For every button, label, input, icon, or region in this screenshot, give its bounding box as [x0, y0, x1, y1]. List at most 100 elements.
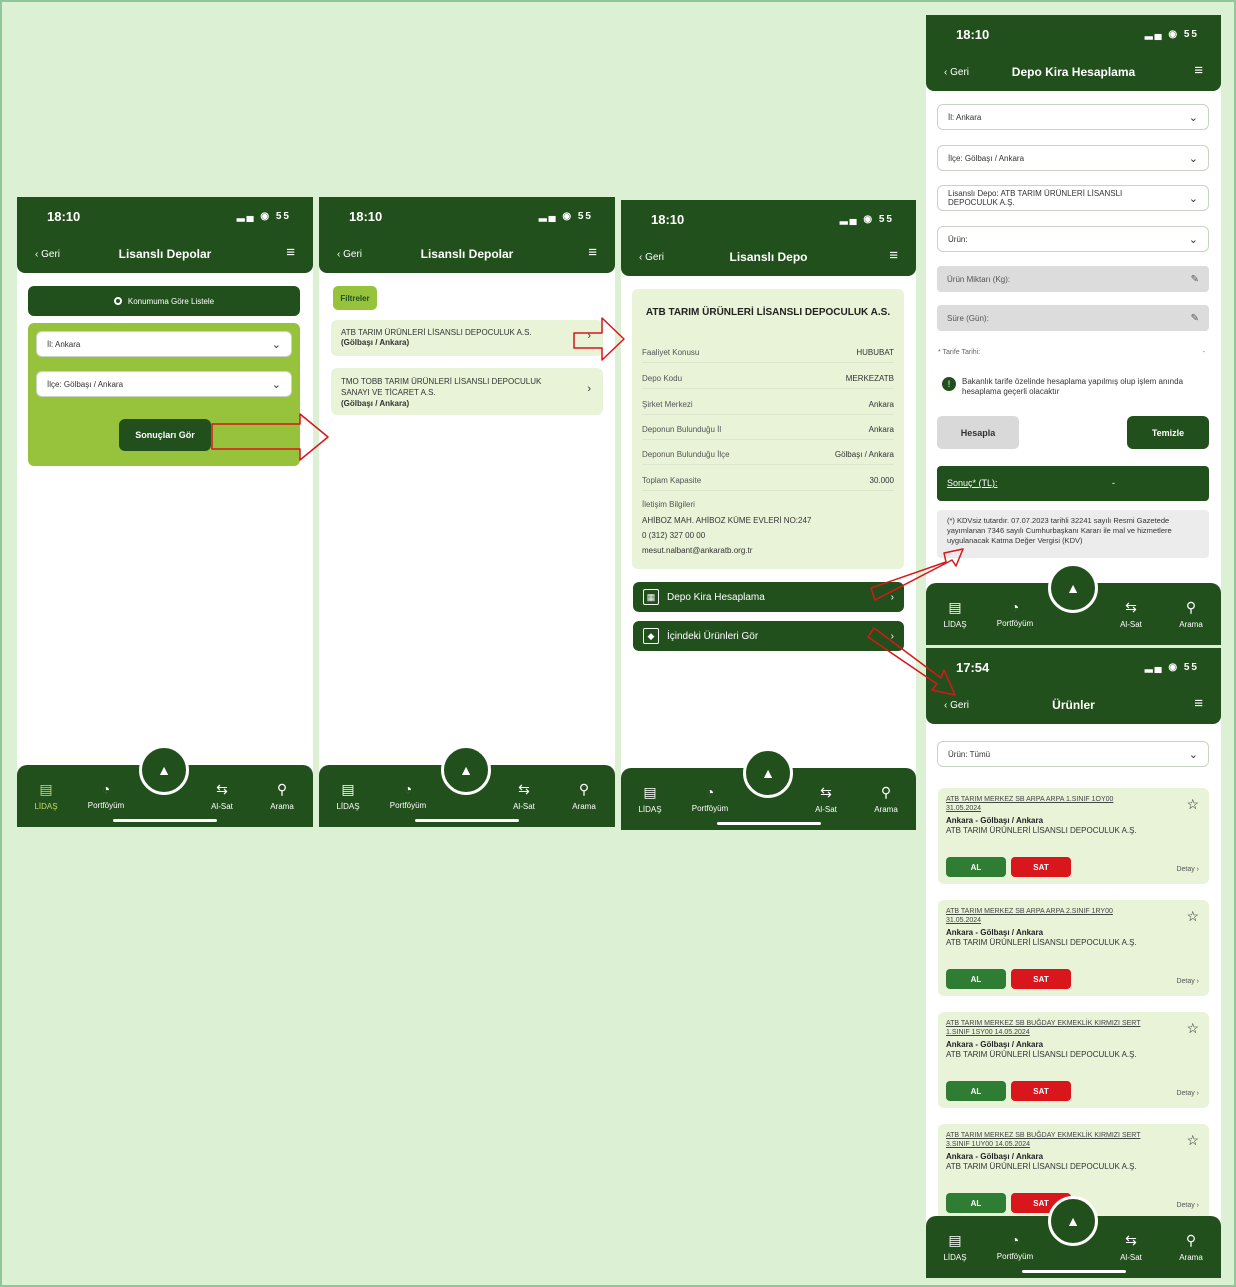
- bar-chart-icon: ▤: [643, 784, 657, 800]
- nav-portfoy[interactable]: ◔ Portföyüm: [383, 781, 433, 810]
- status-icons: ▂▄ ◉ 55: [236, 211, 291, 222]
- nav-portfoy[interactable]: ◔ Portföyüm: [685, 784, 735, 813]
- nav-lidas[interactable]: ▤ LİDAŞ: [930, 599, 980, 629]
- depo-select[interactable]: Lisanslı Depo: ATB TARIM ÜRÜNLERİ LİSANS…: [937, 185, 1209, 211]
- il-select[interactable]: İl: Ankara ⌄: [937, 104, 1209, 130]
- product-code[interactable]: ATB TARIM MERKEZ SB ARPA ARPA 1.SINIF 1O…: [946, 795, 1146, 813]
- product-code[interactable]: ATB TARIM MERKEZ SB BUĞDAY EKMEKLİK KIRM…: [946, 1131, 1146, 1149]
- nav-lidas[interactable]: ▤ LİDAŞ: [625, 784, 675, 814]
- buy-button[interactable]: AL: [946, 1081, 1006, 1101]
- nav-alsat[interactable]: ⇆ Al-Sat: [499, 781, 549, 811]
- location-list-button[interactable]: Konumuma Göre Listele: [28, 286, 300, 316]
- il-select[interactable]: İl: Ankara ⌄: [36, 331, 292, 357]
- miktar-input[interactable]: Ürün Miktarı (Kg): ✎: [937, 266, 1209, 292]
- nav-alsat[interactable]: ⇆ Al-Sat: [1106, 599, 1156, 629]
- star-icon[interactable]: ☆: [1186, 1020, 1199, 1037]
- product-code[interactable]: ATB TARIM MERKEZ SB BUĞDAY EKMEKLİK KIRM…: [946, 1019, 1146, 1037]
- ilce-select[interactable]: İlçe: Gölbaşı / Ankara ⌄: [36, 371, 292, 397]
- il-select-value: İl: Ankara: [47, 339, 81, 349]
- urun-filter-value: Ürün: Tümü: [948, 749, 991, 759]
- detail-link[interactable]: Detay ›: [1176, 1090, 1199, 1097]
- hesapla-button[interactable]: Hesapla: [937, 416, 1019, 449]
- nav-alsat-label: Al-Sat: [211, 802, 233, 811]
- sell-button[interactable]: SAT: [1011, 857, 1071, 877]
- results-button[interactable]: Sonuçları Gör: [119, 419, 211, 451]
- bar-chart-icon: ▤: [948, 599, 962, 615]
- logo-icon[interactable]: ▲: [743, 748, 793, 798]
- detail-row: Depo Kodu MERKEZATB: [642, 374, 894, 389]
- product-code[interactable]: ATB TARIM MERKEZ SB ARPA ARPA 2.SINIF 1R…: [946, 907, 1146, 925]
- star-icon[interactable]: ☆: [1186, 796, 1199, 813]
- urun-select-value: Ürün:: [948, 234, 968, 244]
- sure-input[interactable]: Süre (Gün): ✎: [937, 305, 1209, 331]
- chevron-right-icon: ›: [587, 383, 591, 395]
- depot-list-item[interactable]: TMO TOBB TARIM ÜRÜNLERİ LİSANSLI DEPOCUL…: [331, 368, 603, 415]
- pie-chart-icon: ◔: [705, 784, 715, 800]
- nav-lidas[interactable]: ▤ LİDAŞ: [323, 781, 373, 811]
- depo-kira-label: Depo Kira Hesaplama: [667, 591, 765, 603]
- buy-button[interactable]: AL: [946, 969, 1006, 989]
- product-company: ATB TARIM ÜRÜNLERİ LİSANSLI DEPOCULUK A.…: [946, 1162, 1137, 1171]
- temizle-button[interactable]: Temizle: [1127, 416, 1209, 449]
- contact-email[interactable]: mesut.nalbant@ankaratb.org.tr: [642, 546, 752, 555]
- nav-arama[interactable]: ⚲ Arama: [861, 784, 911, 814]
- chevron-down-icon: ⌄: [1188, 192, 1198, 205]
- contact-phone[interactable]: 0 (312) 327 00 00: [642, 531, 705, 540]
- logo-icon[interactable]: ▲: [1048, 563, 1098, 613]
- depot-list-item[interactable]: ATB TARIM ÜRÜNLERİ LİSANSLI DEPOCULUK A.…: [331, 320, 603, 356]
- urun-filter-select[interactable]: Ürün: Tümü ⌄: [937, 741, 1209, 767]
- detail-link[interactable]: Detay ›: [1176, 866, 1199, 873]
- filter-button[interactable]: Filtreler: [333, 286, 377, 310]
- home-indicator: [113, 819, 217, 822]
- ilce-select[interactable]: İlçe: Gölbaşı / Ankara ⌄: [937, 145, 1209, 171]
- home-indicator: [415, 819, 519, 822]
- nav-arama[interactable]: ⚲ Arama: [1166, 1232, 1216, 1262]
- detail-link[interactable]: Detay ›: [1176, 978, 1199, 985]
- logo-icon[interactable]: ▲: [1048, 1196, 1098, 1246]
- status-icons: ▂▄ ◉ 55: [1144, 662, 1199, 673]
- nav-arama[interactable]: ⚲ Arama: [559, 781, 609, 811]
- location-list-label: Konumuma Göre Listele: [127, 296, 215, 306]
- menu-icon[interactable]: ≡: [1194, 62, 1203, 79]
- product-card[interactable]: ATB TARIM MERKEZ SB ARPA ARPA 2.SINIF 1R…: [938, 900, 1209, 996]
- nav-lidas[interactable]: ▤ LİDAŞ: [930, 1232, 980, 1262]
- nav-arama-label: Arama: [874, 805, 898, 814]
- nav-lidas[interactable]: ▤ LİDAŞ: [21, 781, 71, 811]
- nav-arama[interactable]: ⚲ Arama: [1166, 599, 1216, 629]
- page-title: Lisanslı Depo: [729, 250, 808, 264]
- nav-portfoy[interactable]: ◔ Portföyüm: [81, 781, 131, 810]
- nav-portfoy[interactable]: ◔ Portföyüm: [990, 599, 1040, 628]
- home-indicator: [1021, 1270, 1126, 1273]
- pencil-icon: ✎: [1190, 273, 1199, 285]
- menu-icon[interactable]: ≡: [1194, 695, 1203, 712]
- home-indicator: [716, 822, 821, 825]
- menu-icon[interactable]: ≡: [588, 244, 597, 261]
- buy-button[interactable]: AL: [946, 857, 1006, 877]
- nav-alsat-label: Al-Sat: [1120, 1253, 1142, 1262]
- sonuc-value: -: [1112, 478, 1115, 488]
- product-company: ATB TARIM ÜRÜNLERİ LİSANSLI DEPOCULUK A.…: [946, 1050, 1137, 1059]
- detail-link[interactable]: Detay ›: [1176, 1202, 1199, 1209]
- nav-alsat[interactable]: ⇆ Al-Sat: [801, 784, 851, 814]
- logo-icon[interactable]: ▲: [139, 745, 189, 795]
- buy-button[interactable]: AL: [946, 1193, 1006, 1213]
- depo-kira-button[interactable]: ▦ Depo Kira Hesaplama ›: [633, 582, 904, 612]
- menu-icon[interactable]: ≡: [286, 244, 295, 261]
- nav-arama[interactable]: ⚲ Arama: [257, 781, 307, 811]
- urunleri-gor-button[interactable]: ◆ İçindeki Ürünleri Gör ›: [633, 621, 904, 651]
- menu-icon[interactable]: ≡: [889, 247, 898, 264]
- product-card[interactable]: ATB TARIM MERKEZ SB BUĞDAY EKMEKLİK KIRM…: [938, 1012, 1209, 1108]
- product-card[interactable]: ATB TARIM MERKEZ SB ARPA ARPA 1.SINIF 1O…: [938, 788, 1209, 884]
- nav-alsat[interactable]: ⇆ Al-Sat: [197, 781, 247, 811]
- nav-alsat[interactable]: ⇆ Al-Sat: [1106, 1232, 1156, 1262]
- star-icon[interactable]: ☆: [1186, 908, 1199, 925]
- nav-portfoy[interactable]: ◔ Portföyüm: [990, 1232, 1040, 1261]
- urun-select[interactable]: Ürün: ⌄: [937, 226, 1209, 252]
- top-bar: 17:54 ▂▄ ◉ 55 ‹ Geri Ürünler ≡: [926, 648, 1221, 724]
- sell-button[interactable]: SAT: [1011, 1081, 1071, 1101]
- sonuc-label: Sonuç* (TL):: [947, 478, 998, 488]
- sell-button[interactable]: SAT: [1011, 969, 1071, 989]
- logo-icon[interactable]: ▲: [441, 745, 491, 795]
- nav-arama-label: Arama: [1179, 1253, 1203, 1262]
- star-icon[interactable]: ☆: [1186, 1132, 1199, 1149]
